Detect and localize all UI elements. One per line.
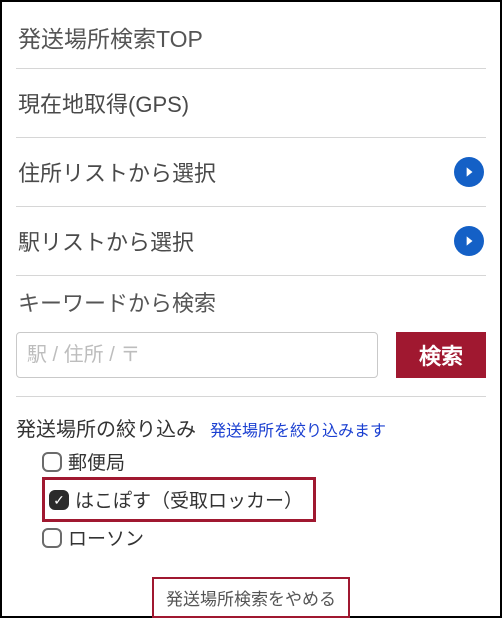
- filter-option-label: はこぽす（受取ロッカー）: [75, 486, 303, 513]
- filter-note: 発送場所を絞り込みます: [210, 417, 386, 441]
- filter-option-hakoposu[interactable]: ✓ はこぽす（受取ロッカー）: [49, 484, 303, 515]
- filter-option-post-office[interactable]: 郵便局: [42, 446, 486, 477]
- filter-head: 発送場所の絞り込み 発送場所を絞り込みます: [16, 413, 486, 442]
- filter-options: 郵便局 ✓ はこぽす（受取ロッカー） ローソン: [16, 442, 486, 553]
- keyword-input[interactable]: [16, 332, 378, 378]
- nav-gps-label: 現在地取得(GPS): [18, 87, 189, 119]
- page-title: 発送場所検索TOP: [18, 20, 484, 54]
- filter-option-lawson[interactable]: ローソン: [42, 522, 486, 553]
- checkbox-icon: [42, 452, 62, 472]
- chevron-right-icon: [454, 157, 484, 187]
- filter-option-label: 郵便局: [68, 448, 125, 475]
- nav-station-list[interactable]: 駅リストから選択: [16, 207, 486, 276]
- nav-gps[interactable]: 現在地取得(GPS): [16, 69, 486, 138]
- nav-address-list-label: 住所リストから選択: [18, 156, 216, 188]
- keyword-heading: キーワードから検索: [16, 276, 486, 330]
- search-button[interactable]: 検索: [396, 332, 486, 378]
- chevron-right-icon: [454, 226, 484, 256]
- highlight-hakoposu: ✓ はこぽす（受取ロッカー）: [42, 477, 316, 522]
- keyword-search-row: 検索: [16, 330, 486, 397]
- nav-station-list-label: 駅リストから選択: [18, 225, 194, 257]
- cancel-wrap: 発送場所検索をやめる: [16, 553, 486, 618]
- filter-option-label: ローソン: [68, 524, 144, 551]
- checkbox-checked-icon: ✓: [49, 490, 69, 510]
- filter-block: 発送場所の絞り込み 発送場所を絞り込みます 郵便局 ✓ はこぽす（受取ロッカー）…: [16, 397, 486, 553]
- cancel-search-button[interactable]: 発送場所検索をやめる: [152, 577, 350, 618]
- page-title-row: 発送場所検索TOP: [16, 10, 486, 69]
- filter-title: 発送場所の絞り込み: [16, 413, 196, 442]
- checkbox-icon: [42, 528, 62, 548]
- nav-address-list[interactable]: 住所リストから選択: [16, 138, 486, 207]
